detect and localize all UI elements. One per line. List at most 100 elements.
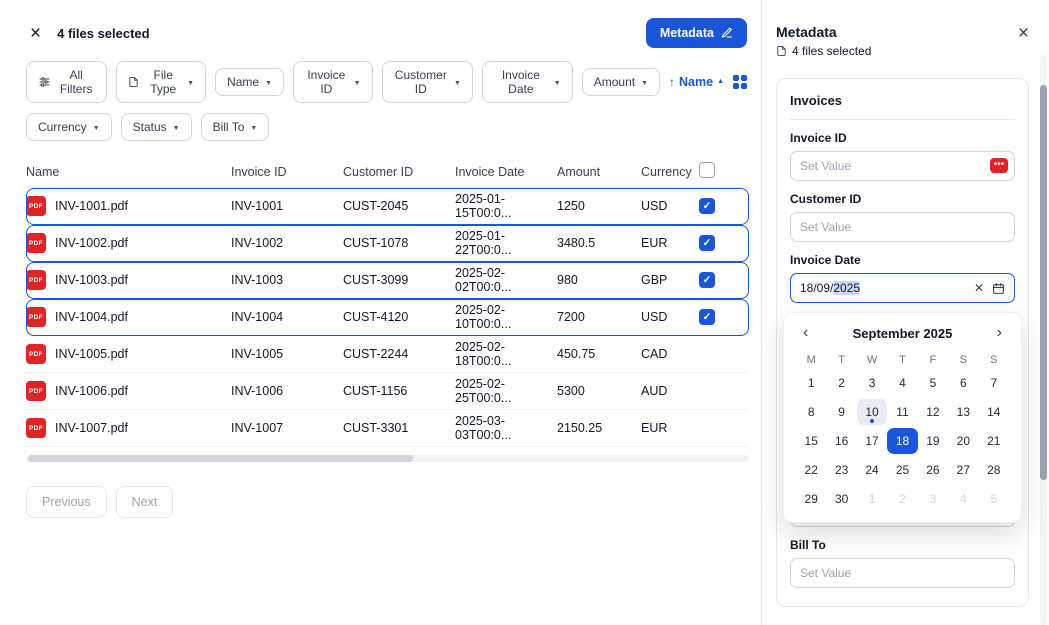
cell-customer-id: CUST-4120 — [343, 310, 455, 324]
calendar-day[interactable]: 12 — [918, 399, 948, 425]
metadata-button[interactable]: Metadata — [646, 18, 747, 48]
calendar-day[interactable]: 7 — [979, 370, 1009, 396]
vertical-scrollbar-thumb[interactable] — [1040, 85, 1047, 480]
table-row[interactable]: PDF INV-1007.pdf INV-1007 CUST-3301 2025… — [26, 410, 749, 447]
calendar-day[interactable]: 28 — [979, 457, 1009, 483]
filter-invoice-id[interactable]: Invoice ID▼ — [293, 61, 373, 103]
calendar-day[interactable]: 20 — [948, 428, 978, 454]
calendar-day[interactable]: 25 — [887, 457, 917, 483]
calendar-day[interactable]: 26 — [918, 457, 948, 483]
customer-id-label: Customer ID — [790, 192, 1015, 206]
sliders-icon — [38, 76, 51, 88]
filter-name[interactable]: Name▼ — [215, 68, 284, 96]
file-name: INV-1002.pdf — [55, 236, 128, 250]
cell-currency: USD — [641, 310, 699, 324]
red-ellipsis-badge-icon[interactable]: ••• — [990, 158, 1008, 173]
filter-status[interactable]: Status▼ — [121, 113, 192, 141]
filter-currency[interactable]: Currency▼ — [26, 113, 112, 141]
calendar-day[interactable]: 30 — [826, 486, 856, 512]
close-panel-button[interactable]: × — [1018, 24, 1029, 43]
filter-customer-id[interactable]: Customer ID▼ — [382, 61, 473, 103]
file-name: INV-1003.pdf — [55, 273, 128, 287]
table-row[interactable]: PDF INV-1005.pdf INV-1005 CUST-2244 2025… — [26, 336, 749, 373]
calendar-day[interactable]: 17 — [857, 428, 887, 454]
calendar-day[interactable]: 6 — [948, 370, 978, 396]
previous-page-button[interactable]: Previous — [26, 486, 107, 518]
cell-currency: EUR — [641, 236, 699, 250]
table-row[interactable]: PDF INV-1003.pdf INV-1003 CUST-3099 2025… — [26, 262, 749, 299]
filter-bill-to[interactable]: Bill To▼ — [201, 113, 270, 141]
calendar-day[interactable]: 8 — [796, 399, 826, 425]
calendar-day[interactable]: 1 — [796, 370, 826, 396]
calendar-day[interactable]: 5 — [918, 370, 948, 396]
calendar-day[interactable]: 2 — [887, 486, 917, 512]
clear-selection-button[interactable]: × — [26, 22, 45, 45]
calendar-day[interactable]: 19 — [918, 428, 948, 454]
row-checkbox[interactable] — [699, 309, 715, 325]
calendar-day[interactable]: 16 — [826, 428, 856, 454]
file-browser: × 4 files selected Metadata All Filters — [0, 0, 761, 625]
filter-amount[interactable]: Amount▼ — [582, 68, 660, 96]
pdf-icon: PDF — [26, 233, 46, 253]
cell-amount: 3480.5 — [557, 236, 641, 250]
table-row[interactable]: PDF INV-1004.pdf INV-1004 CUST-4120 2025… — [26, 299, 749, 336]
cell-invoice-date: 2025-02-02T00:0... — [455, 266, 557, 294]
table-row[interactable]: PDF INV-1002.pdf INV-1002 CUST-1078 2025… — [26, 225, 749, 262]
next-month-button[interactable]: › — [994, 325, 1005, 341]
all-filters-button[interactable]: All Filters — [26, 61, 107, 103]
cell-currency: CAD — [641, 347, 699, 361]
row-checkbox[interactable] — [699, 272, 715, 288]
calendar-day[interactable]: 2 — [826, 370, 856, 396]
table-row[interactable]: PDF INV-1006.pdf INV-1006 CUST-1156 2025… — [26, 373, 749, 410]
calendar-day[interactable]: 3 — [857, 370, 887, 396]
calendar-day[interactable]: 21 — [979, 428, 1009, 454]
row-checkbox[interactable] — [699, 235, 715, 251]
calendar-day[interactable]: 1 — [857, 486, 887, 512]
calendar-day[interactable]: 4 — [887, 370, 917, 396]
customer-id-input[interactable] — [790, 212, 1015, 242]
invoice-id-input[interactable] — [790, 151, 1015, 181]
calendar-day[interactable]: 15 — [796, 428, 826, 454]
horizontal-scrollbar-thumb[interactable] — [28, 455, 413, 462]
calendar-day[interactable]: 23 — [826, 457, 856, 483]
filter-file-type[interactable]: File Type ▼ — [116, 61, 206, 103]
calendar-day[interactable]: 9 — [826, 399, 856, 425]
caret-down-icon: ▼ — [173, 125, 180, 132]
calendar-day[interactable]: 11 — [887, 399, 917, 425]
filter-invoice-date[interactable]: Invoice Date▼ — [482, 61, 573, 103]
file-name: INV-1006.pdf — [55, 384, 128, 398]
weekday-label: T — [826, 350, 856, 370]
caret-up-icon: ▲ — [717, 78, 724, 85]
file-name: INV-1001.pdf — [55, 199, 128, 213]
bill-to-input[interactable] — [790, 558, 1015, 588]
calendar-day[interactable]: 27 — [948, 457, 978, 483]
calendar-day[interactable]: 14 — [979, 399, 1009, 425]
sort-by-name-button[interactable]: ↑ Name ▲ — [669, 75, 724, 89]
calendar-day[interactable]: 3 — [918, 486, 948, 512]
previous-month-button[interactable]: ‹ — [800, 325, 811, 341]
calendar-day[interactable]: 4 — [948, 486, 978, 512]
grid-view-icon[interactable] — [733, 75, 747, 89]
calendar-day[interactable]: 13 — [948, 399, 978, 425]
file-name-cell: PDF INV-1007.pdf — [26, 418, 231, 438]
clear-date-icon[interactable]: ✕ — [974, 282, 984, 294]
invoice-date-input[interactable]: 18/09/2025 ✕ — [790, 273, 1015, 303]
pdf-icon: PDF — [26, 196, 46, 216]
calendar-icon[interactable] — [992, 282, 1005, 295]
calendar-month-label: September 2025 — [853, 326, 953, 341]
calendar-day[interactable]: 22 — [796, 457, 826, 483]
calendar-day[interactable]: 24 — [857, 457, 887, 483]
cell-invoice-id: INV-1002 — [231, 236, 343, 250]
select-all-checkbox[interactable] — [699, 162, 715, 178]
metadata-panel: Metadata 4 files selected × Invoices Inv… — [761, 0, 1049, 625]
calendar-day[interactable]: 29 — [796, 486, 826, 512]
next-page-button[interactable]: Next — [116, 486, 174, 518]
calendar-day[interactable]: 5 — [979, 486, 1009, 512]
weekday-label: W — [857, 350, 887, 370]
pagination: Previous Next — [0, 462, 761, 542]
calendar-day[interactable]: 18 — [887, 428, 917, 454]
table-row[interactable]: PDF INV-1001.pdf INV-1001 CUST-2045 2025… — [26, 188, 749, 225]
row-checkbox[interactable] — [699, 198, 715, 214]
panel-title: Metadata — [776, 24, 871, 40]
calendar-day[interactable]: 10 — [857, 399, 887, 425]
